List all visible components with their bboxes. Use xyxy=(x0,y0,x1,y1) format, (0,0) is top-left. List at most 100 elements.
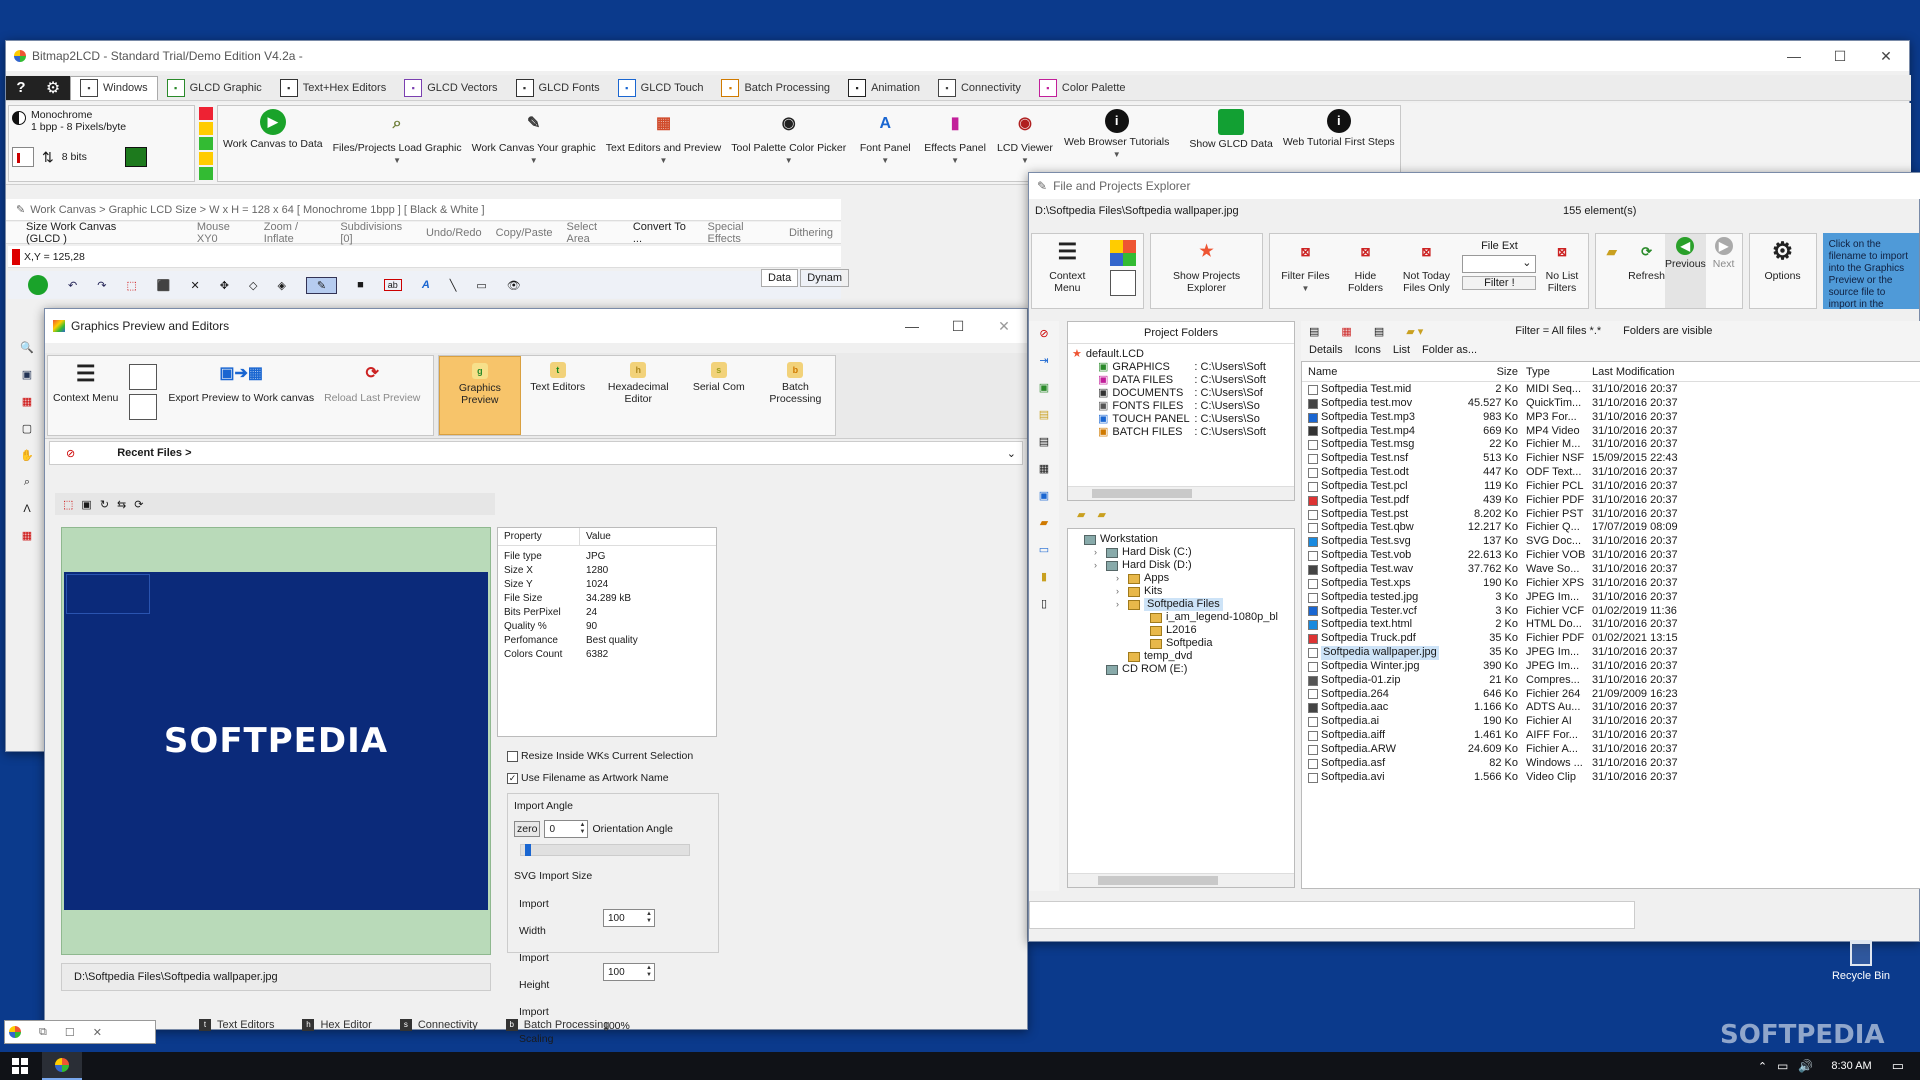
recent-files-dropdown[interactable]: ⌄ xyxy=(1007,447,1016,460)
expand-arrow-icon[interactable]: › xyxy=(1094,559,1102,572)
import-arrow-icon[interactable]: ⇥ xyxy=(1039,354,1048,367)
file-row[interactable]: Softpedia Test.mp3 983 Ko MP3 For... 31/10/… xyxy=(1308,411,1920,425)
tab-glcd-fonts[interactable]: ▪ GLCD Fonts xyxy=(507,76,609,100)
file-row[interactable]: Softpedia.avi 1.566 Ko Video Clip 31/10/201… xyxy=(1308,771,1920,785)
batch-icon[interactable]: ▰ xyxy=(1040,516,1048,529)
lcd-viewer-button[interactable]: ◉ LCD Viewer ▼ xyxy=(991,106,1059,181)
zoom-icon[interactable]: ⌕ xyxy=(24,476,30,489)
crop-icon[interactable]: ⬛ xyxy=(157,279,171,292)
notifications-icon[interactable]: ▭ xyxy=(1892,1058,1904,1074)
tree-node[interactable]: Softpedia xyxy=(1072,637,1294,650)
file-row[interactable]: Softpedia Test.pcl 119 Ko Fichier PCL 31/10… xyxy=(1308,480,1920,494)
chart-icon[interactable] xyxy=(12,147,34,167)
tab-glcd-vectors[interactable]: ▪ GLCD Vectors xyxy=(395,76,506,100)
touch-icon[interactable]: ▣ xyxy=(1039,489,1049,502)
settings-gear-icon[interactable]: ⚙ xyxy=(36,75,70,100)
tree-hscroll[interactable] xyxy=(1068,873,1294,887)
file-row[interactable]: Softpedia.asf 82 Ko Windows ... 31/10/2016 … xyxy=(1308,757,1920,771)
file-row[interactable]: Softpedia Test.pst 8.202 Ko Fichier PST 31/… xyxy=(1308,508,1920,522)
web-browser-tutorials-button[interactable]: i Web Browser Tutorials ▼ xyxy=(1059,106,1174,181)
panel-icon[interactable]: ▢ xyxy=(22,422,32,435)
expand-arrow-icon[interactable]: › xyxy=(1094,546,1102,559)
move-icon[interactable]: ✥ xyxy=(220,279,229,292)
file-row[interactable]: Softpedia Test.mp4 669 Ko MP4 Video 31/10/2… xyxy=(1308,425,1920,439)
file-row[interactable]: Softpedia.aac 1.166 Ko ADTS Au... 31/10/201… xyxy=(1308,701,1920,715)
show-glcd-data-button[interactable]: ■ Show GLCD Data xyxy=(1184,106,1277,181)
tab-data[interactable]: Data xyxy=(761,269,799,287)
pen-edit-icon[interactable] xyxy=(129,394,158,420)
fit-icon[interactable]: ▣ xyxy=(81,498,91,511)
col-size[interactable]: Size xyxy=(1454,362,1518,381)
minimize-button[interactable]: — xyxy=(1771,41,1817,71)
canvas-tool-7[interactable]: Convert To ... xyxy=(633,221,694,245)
font-panel-button[interactable]: A Font Panel ▼ xyxy=(851,106,919,181)
data-icon[interactable]: ▤ xyxy=(1039,408,1049,421)
canvas-tool-0[interactable]: Size Work Canvas (GLCD ) xyxy=(26,221,151,245)
previous-button[interactable]: ◀ Previous xyxy=(1665,234,1706,308)
list-view-icon[interactable]: ▤ xyxy=(1374,325,1384,338)
col-type[interactable]: Type xyxy=(1518,362,1586,381)
project-folder-item[interactable]: ★ default.LCD xyxy=(1072,348,1294,361)
reload-preview-button[interactable]: ⟳ Reload Last Preview xyxy=(319,356,425,435)
resize-option[interactable]: Resize Inside WKs Current Selection xyxy=(507,750,693,762)
tool-palette-color-picker-button[interactable]: ◉ Tool Palette Color Picker ▼ xyxy=(726,106,851,181)
eraser2-icon[interactable]: ◈ xyxy=(277,279,285,292)
project-folder-item[interactable]: ▣ DATA FILES: C:\Users\Soft xyxy=(1072,374,1294,387)
rotate-icon[interactable]: ↻ xyxy=(100,498,109,511)
preview-close-button[interactable]: ✕ xyxy=(981,309,1027,343)
file-row[interactable]: Softpedia.ai 190 Ko Fichier AI 31/10/2016 2… xyxy=(1308,715,1920,729)
volume-icon[interactable]: 🔊 xyxy=(1798,1059,1813,1073)
use-filename-checkbox[interactable]: ✓ xyxy=(507,772,518,784)
tab-windows[interactable]: ▪ Windows xyxy=(70,75,158,100)
grid-toggle-icon[interactable]: ⬚ xyxy=(63,498,73,511)
tab-color-palette[interactable]: ▪ Color Palette xyxy=(1030,76,1135,100)
grid-icon[interactable]: ▦ xyxy=(22,529,32,542)
canvas-tool-2[interactable]: Zoom / Inflate xyxy=(264,221,327,245)
cross-icon[interactable]: ✕ xyxy=(191,279,200,292)
freehand-pen-icon[interactable]: ✎ xyxy=(305,276,338,294)
file-row[interactable]: Softpedia text.html 2 Ko HTML Do... 31/10/2… xyxy=(1308,618,1920,632)
canvas-tool-9[interactable]: Dithering xyxy=(789,227,833,239)
monitor-icon[interactable]: ▭ xyxy=(1039,543,1049,556)
file-row[interactable]: Softpedia Test.vob 22.613 Ko Fichier VOB 31… xyxy=(1308,549,1920,563)
tab-glcd-touch[interactable]: ▪ GLCD Touch xyxy=(609,76,713,100)
file-row[interactable]: Softpedia Test.xps 190 Ko Fichier XPS 31/10… xyxy=(1308,577,1920,591)
folder-help-icon[interactable]: ▰ xyxy=(1077,508,1085,521)
file-row[interactable]: Softpedia Test.pdf 439 Ko Fichier PDF 31/10… xyxy=(1308,494,1920,508)
folder-up-button[interactable]: ▰ xyxy=(1596,234,1628,308)
tab-batch-processing[interactable]: b Batch Processing xyxy=(756,356,835,435)
line-icon[interactable]: ╲ xyxy=(450,279,457,292)
maximize-button[interactable]: ☐ xyxy=(1817,41,1863,71)
mini-restore-icon[interactable]: ⧉ xyxy=(39,1026,47,1039)
folder-tree-icon[interactable]: ▰ xyxy=(1097,508,1105,521)
text-editors-and-preview-button[interactable]: ▦ Text Editors and Preview ▼ xyxy=(601,106,727,181)
lock-icon[interactable]: ▮ xyxy=(1041,570,1047,583)
bottom-tab-text-editors[interactable]: t Text Editors xyxy=(185,1017,288,1033)
angle-spinner[interactable]: 0 xyxy=(544,820,589,838)
eye-hide-icon[interactable]: ⊘ xyxy=(1039,327,1048,340)
magnifier-icon[interactable] xyxy=(129,364,158,390)
recycle-bin[interactable]: Recycle Bin xyxy=(1826,940,1896,982)
color-grid-icon[interactable] xyxy=(1109,240,1136,266)
taskbar-app-icon[interactable] xyxy=(42,1052,82,1080)
use-filename-option[interactable]: ✓ Use Filename as Artwork Name xyxy=(507,772,669,784)
tree-node[interactable]: L2016 xyxy=(1072,624,1294,637)
resize-checkbox[interactable] xyxy=(507,750,518,762)
refresh-button[interactable]: ⟳ Refresh xyxy=(1628,234,1665,308)
rect-icon[interactable]: ▭ xyxy=(476,279,486,292)
view-tab-folder-as-[interactable]: Folder as... xyxy=(1422,344,1477,356)
help-button[interactable]: ? xyxy=(6,75,36,100)
redo-icon[interactable]: ↷ xyxy=(97,279,106,292)
hide-folders-button[interactable]: ⊠ Hide Folders xyxy=(1340,234,1390,308)
project-hscroll[interactable] xyxy=(1068,486,1294,500)
canvas-tool-3[interactable]: Subdivisions [0] xyxy=(340,221,412,245)
web-tutorial-first-steps-button[interactable]: i Web Tutorial First Steps xyxy=(1278,106,1400,181)
files-projects-load-graphic-button[interactable]: ⌕ Files/Projects Load Graphic ▼ xyxy=(328,106,467,181)
canvas-tool-8[interactable]: Special Effects xyxy=(708,221,775,245)
canvas-tool-1[interactable]: Mouse XY0 xyxy=(197,221,250,245)
doc-icon[interactable]: ▤ xyxy=(1039,435,1049,448)
folder-options-icon[interactable]: ▰ ▾ xyxy=(1406,325,1423,338)
select-icon[interactable]: ⬚ xyxy=(126,279,136,292)
file-row[interactable]: Softpedia.264 646 Ko Fichier 264 21/09/2009… xyxy=(1308,688,1920,702)
tree-node[interactable]: › Apps xyxy=(1072,572,1294,585)
